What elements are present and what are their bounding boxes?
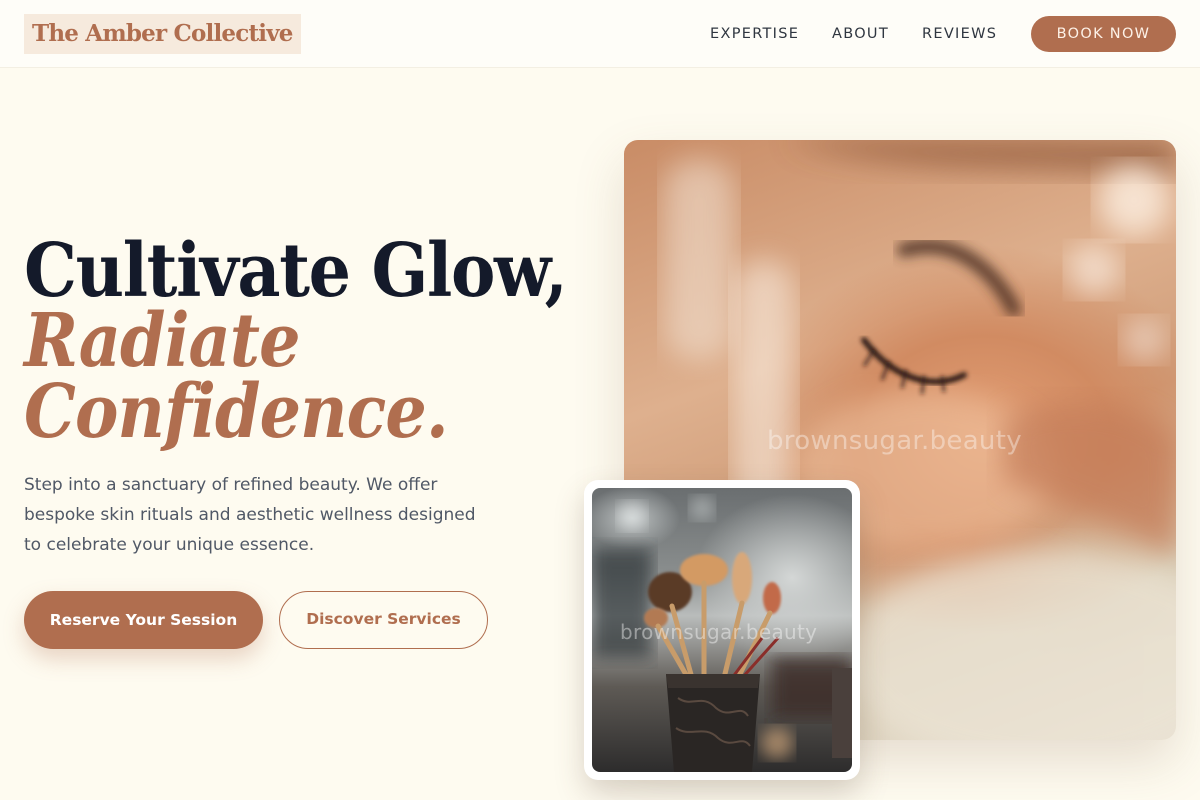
nav-link-expertise[interactable]: EXPERTISE bbox=[710, 24, 799, 44]
book-now-button[interactable]: BOOK NOW bbox=[1031, 16, 1176, 52]
main-image-watermark: brownsugar.beauty bbox=[767, 426, 1022, 456]
makeup-brushes-image: brownsugar.beauty bbox=[592, 488, 852, 772]
nav-link-about[interactable]: ABOUT bbox=[832, 24, 889, 44]
hero-title-line3: Confidence. bbox=[24, 369, 449, 455]
brushes-image-card: brownsugar.beauty bbox=[584, 480, 860, 780]
nav-link-reviews[interactable]: REVIEWS bbox=[922, 24, 997, 44]
brand-logo[interactable]: The Amber Collective bbox=[24, 14, 301, 54]
hero-description: Step into a sanctuary of refined beauty.… bbox=[24, 475, 476, 555]
small-image-watermark: brownsugar.beauty bbox=[620, 620, 818, 644]
site-header: The Amber Collective EXPERTISE ABOUT REV… bbox=[0, 0, 1200, 68]
discover-services-button[interactable]: Discover Services bbox=[279, 591, 488, 649]
reserve-session-button[interactable]: Reserve Your Session bbox=[24, 591, 263, 649]
